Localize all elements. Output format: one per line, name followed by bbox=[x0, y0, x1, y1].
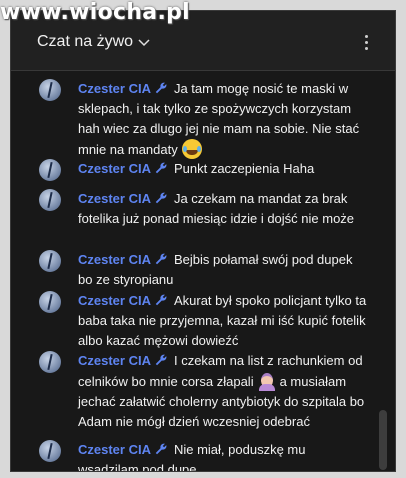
message-body: Czester CIA Ja tam mogę nosić te maski w … bbox=[78, 79, 368, 160]
chat-title: Czat na żywo bbox=[37, 33, 134, 50]
moderator-wrench-icon bbox=[155, 294, 167, 306]
moderator-wrench-icon bbox=[155, 192, 167, 204]
moderator-wrench-icon bbox=[155, 162, 167, 174]
author-name[interactable]: Czester CIA bbox=[78, 161, 168, 176]
live-chat-panel: Czat na żywo Czester CIA Ja tam mogę nosi… bbox=[10, 10, 396, 472]
avatar[interactable] bbox=[39, 79, 61, 101]
message-body: Czester CIA Akurat był spoko policjant ty… bbox=[78, 291, 368, 351]
moderator-wrench-icon bbox=[155, 354, 167, 366]
chat-mode-dropdown[interactable]: Czat na żywo bbox=[37, 33, 151, 51]
author-name[interactable]: Czester CIA bbox=[78, 252, 168, 267]
moderator-wrench-icon bbox=[155, 82, 167, 94]
message-body: Czester CIA Bejbis połamał swój pod dupek… bbox=[78, 250, 368, 290]
face-with-tears-of-joy-icon bbox=[181, 139, 202, 159]
author-name[interactable]: Czester CIA bbox=[78, 293, 168, 308]
avatar[interactable] bbox=[39, 440, 61, 462]
message-body: Czester CIA Nie miał, poduszkę mu wsadzil… bbox=[78, 440, 368, 471]
author-name[interactable]: Czester CIA bbox=[78, 81, 168, 96]
chevron-down-icon bbox=[138, 39, 150, 47]
avatar[interactable] bbox=[39, 189, 61, 211]
author-name[interactable]: Czester CIA bbox=[78, 191, 168, 206]
woman-facepalming-icon bbox=[258, 371, 276, 391]
avatar[interactable] bbox=[39, 159, 61, 181]
author-name[interactable]: Czester CIA bbox=[78, 442, 168, 457]
avatar[interactable] bbox=[39, 351, 61, 373]
message-body: Czester CIA Punkt zaczepienia Haha bbox=[78, 159, 368, 179]
moderator-wrench-icon bbox=[155, 253, 167, 265]
avatar[interactable] bbox=[39, 250, 61, 272]
message-text: Punkt zaczepienia Haha bbox=[173, 161, 315, 176]
avatar[interactable] bbox=[39, 291, 61, 313]
more-options-icon[interactable] bbox=[363, 35, 369, 51]
message-body: Czester CIA I czekam na list z rachunkiem… bbox=[78, 351, 368, 432]
scrollbar[interactable] bbox=[379, 410, 387, 470]
message-body: Czester CIA Ja czekam na mandat za brak f… bbox=[78, 189, 368, 229]
moderator-wrench-icon bbox=[155, 443, 167, 455]
author-name[interactable]: Czester CIA bbox=[78, 353, 168, 368]
watermark: www.wiocha.pl bbox=[0, 0, 190, 25]
